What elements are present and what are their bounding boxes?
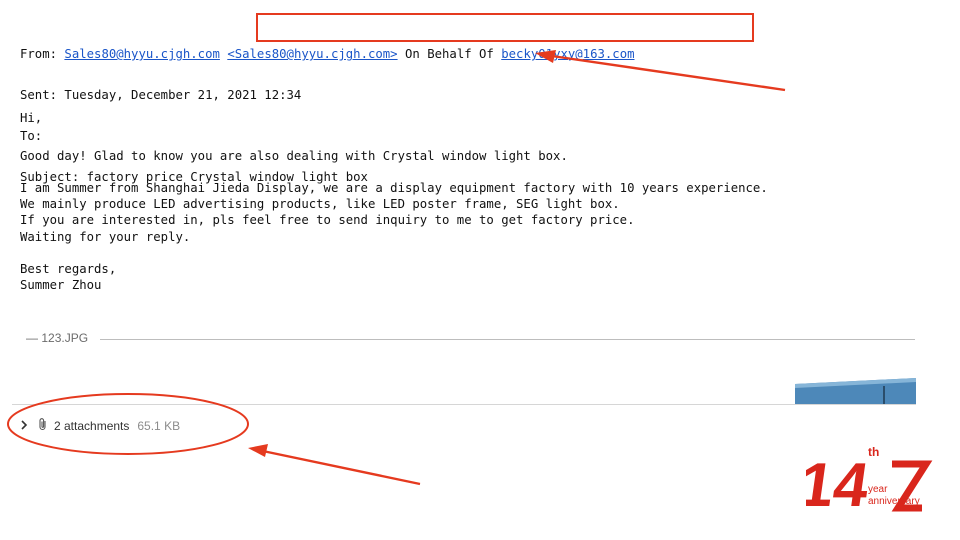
attachments-arrow-line [257,448,421,486]
sender-arrow-head [535,50,556,63]
anniversary-logo: 14 th year anniversary [794,438,936,520]
logo-number: 14 [806,451,873,514]
logo-th: th [868,445,879,459]
sender-arrow-line [544,53,786,92]
attachments-arrow-head [248,444,268,457]
logo-year: year [868,484,888,495]
logo-anniversary: anniversary [868,496,920,507]
attachments-highlight-ellipse [7,393,249,455]
anniversary-logo-art: 14 th year anniversary [794,445,933,520]
